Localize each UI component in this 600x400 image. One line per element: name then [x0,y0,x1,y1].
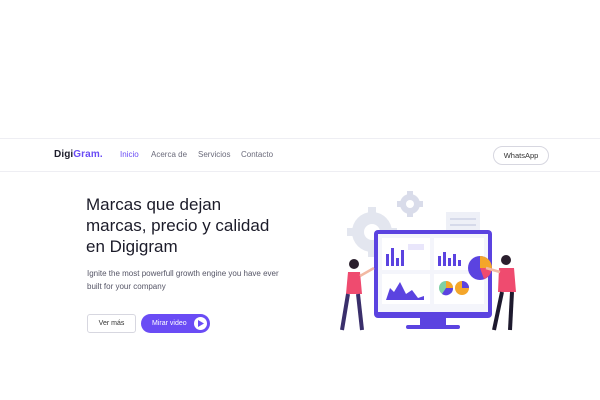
hero-illustration [334,188,524,338]
person-woman [340,259,375,331]
play-icon [194,317,207,330]
hero-title-line: en Digigram [86,237,178,256]
hero-title: Marcas que dejan marcas, precio y calida… [86,194,326,257]
hero-title-line: marcas, precio y calidad [86,216,270,235]
nav-link-contacto[interactable]: Contacto [241,150,273,159]
nav-link-inicio[interactable]: Inicio [120,150,139,159]
hero-subtitle-line: built for your company [87,281,166,291]
mirar-video-label: Mirar video [152,320,187,327]
ver-mas-button[interactable]: Ver más [87,314,136,333]
logo-text-accent: Gram. [73,149,103,160]
chart-card [382,274,430,304]
hero-subtitle-line: Ignite the most powerfull growth engine … [87,269,279,278]
logo-text-primary: Digi [54,149,74,160]
mirar-video-button[interactable]: Mirar video [141,314,210,333]
chart-card [382,238,430,270]
logo[interactable]: DigiGram. [54,149,103,160]
navbar: DigiGram. Inicio Acerca de Servicios Con… [0,138,600,172]
nav-link-servicios[interactable]: Servicios [198,150,230,159]
hero-title-line: Marcas que dejan [86,195,222,214]
hero-subtitle: Ignite the most powerfull growth engine … [87,268,307,293]
gear-icon [397,191,423,217]
nav-link-acerca-de[interactable]: Acerca de [151,150,187,159]
whatsapp-button[interactable]: WhatsApp [493,146,549,165]
